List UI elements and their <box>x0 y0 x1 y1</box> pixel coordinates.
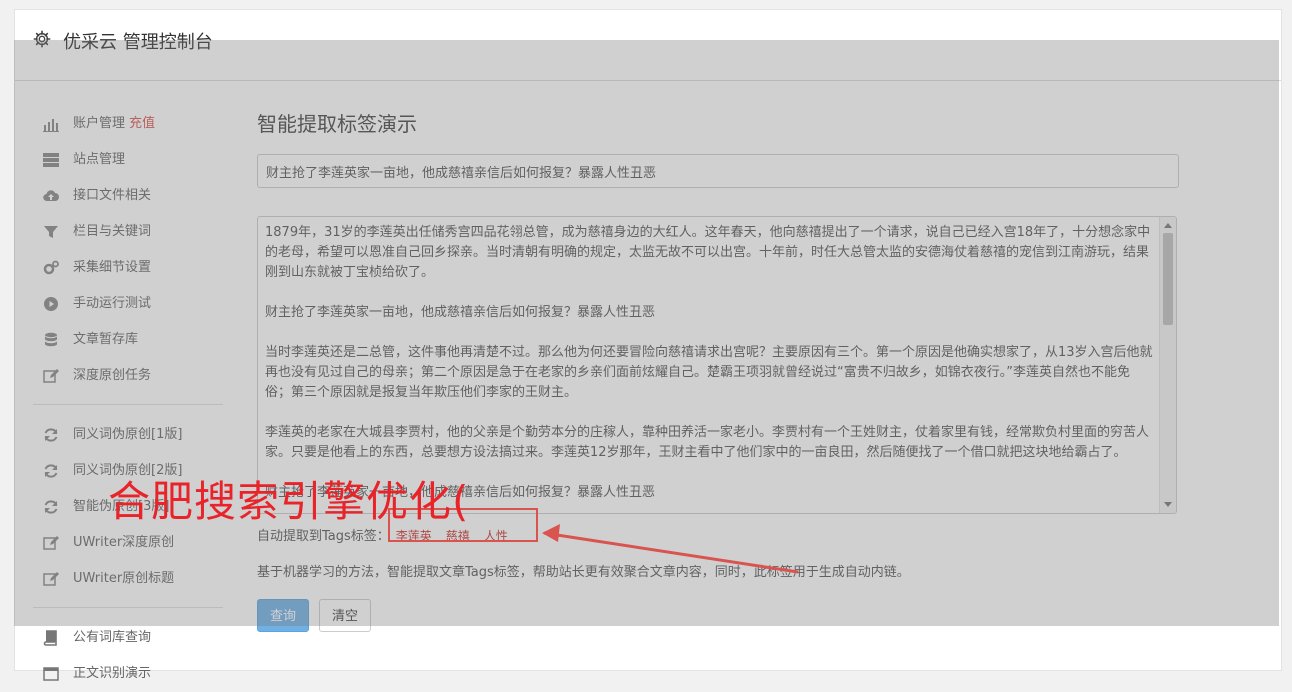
page-title: 智能提取标签演示 <box>257 112 417 136</box>
sidebar-item-label: UWriter原创标题 <box>73 571 175 586</box>
sidebar-item-account[interactable]: 账户管理 充值 <box>33 106 233 142</box>
server-icon <box>43 153 59 167</box>
sidebar-item-label: 正文识别演示 <box>73 666 152 681</box>
gear-icon <box>33 30 51 48</box>
refresh-icon <box>44 464 58 478</box>
clear-button[interactable]: 清空 <box>319 599 372 632</box>
cloud-upload-icon <box>43 190 59 202</box>
recharge-link[interactable]: 充值 <box>129 116 155 131</box>
play-circle-icon <box>44 297 58 311</box>
article-paragraph: 当时李莲英还是二总管，这件事他再清楚不过。那么他为何还要冒险向慈禧请求出宫呢？主… <box>265 345 1153 400</box>
article-paragraph: 财主抢了李莲英家一亩地，他成慈禧亲信后如何报复？暴露人性丑恶 <box>265 305 656 320</box>
sidebar-item-label: 站点管理 <box>73 152 126 167</box>
refresh-icon <box>44 428 58 442</box>
sidebar-divider <box>33 607 223 608</box>
sidebar-item-columns-keywords[interactable]: 栏目与关键词 <box>33 214 233 250</box>
main-content: 智能提取标签演示 1879年，31岁的李莲英出任储秀宫四品花翎总管，成为慈禧身边… <box>257 110 1179 632</box>
sidebar-item-sites[interactable]: 站点管理 <box>33 142 233 178</box>
sidebar-item-label: 同义词伪原创[1版] <box>73 427 183 442</box>
sidebar-item-label: 采集细节设置 <box>73 260 152 275</box>
sidebar-item-interface-files[interactable]: 接口文件相关 <box>33 178 233 214</box>
edit-icon <box>43 536 59 550</box>
sidebar-item-label: 账户管理 <box>73 116 126 131</box>
sidebar-item-label: 栏目与关键词 <box>73 224 152 239</box>
database-icon <box>45 332 57 347</box>
textarea-scrollbar[interactable] <box>1159 217 1176 513</box>
edit-icon <box>43 369 59 383</box>
sidebar-item-deep-original[interactable]: 深度原创任务 <box>33 358 233 394</box>
title-input[interactable] <box>257 154 1179 188</box>
sidebar-item-public-dictionary[interactable]: 公有词库查询 <box>33 620 233 656</box>
sidebar-divider <box>33 404 223 405</box>
article-body-textarea[interactable]: 1879年，31岁的李莲英出任储秀宫四品花翎总管，成为慈禧身边的大红人。这年春天… <box>257 216 1177 514</box>
watermark-text: 合肥搜索引擎优化( <box>108 477 470 526</box>
tags-label: 自动提取到Tags标签： <box>257 529 390 544</box>
console-title: 优采云 管理控制台 <box>63 32 213 53</box>
sidebar-item-synonym-v1[interactable]: 同义词伪原创[1版] <box>33 417 233 453</box>
action-buttons: 查询 清空 <box>257 599 381 632</box>
scroll-thumb[interactable] <box>1163 233 1173 325</box>
edit-icon <box>43 572 59 586</box>
sidebar-item-label: 文章暂存库 <box>73 332 139 347</box>
article-paragraph: 李莲英的老家在大城县李贾村，他的父亲是个勤劳本分的庄稼人，靠种田养活一家老小。李… <box>265 425 1150 460</box>
bar-chart-icon <box>43 119 59 132</box>
scroll-up-icon[interactable] <box>1164 223 1172 228</box>
sidebar: 账户管理 充值 站点管理 接口文件相关 栏目与关键词 采集细节设置 手动运行测试 … <box>33 106 233 692</box>
book-icon <box>43 630 57 646</box>
article-body-text: 1879年，31岁的李莲英出任储秀宫四品花翎总管，成为慈禧身边的大红人。这年春天… <box>265 223 1153 513</box>
gears-icon <box>43 260 59 275</box>
annotation-arrow-icon <box>542 524 799 574</box>
article-paragraph: 1879年，31岁的李莲英出任储秀宫四品花翎总管，成为慈禧身边的大红人。这年春天… <box>265 225 1151 280</box>
sidebar-item-text-recognition[interactable]: 正文识别演示 <box>33 656 233 692</box>
sidebar-item-article-store[interactable]: 文章暂存库 <box>33 322 233 358</box>
sidebar-item-uwriter-deep[interactable]: UWriter深度原创 <box>33 525 233 561</box>
sidebar-item-label: UWriter深度原创 <box>73 535 175 550</box>
window-icon <box>43 667 59 681</box>
header: 优采云 管理控制台 <box>15 10 1281 81</box>
scroll-down-icon[interactable] <box>1164 502 1172 507</box>
sidebar-item-uwriter-title[interactable]: UWriter原创标题 <box>33 561 233 597</box>
sidebar-item-label: 手动运行测试 <box>73 296 152 311</box>
refresh-icon <box>44 500 58 514</box>
sidebar-item-collect-settings[interactable]: 采集细节设置 <box>33 250 233 286</box>
sidebar-item-label: 深度原创任务 <box>73 368 152 383</box>
sidebar-item-label: 公有词库查询 <box>73 630 152 645</box>
sidebar-item-label: 接口文件相关 <box>73 188 152 203</box>
filter-icon <box>44 226 58 238</box>
sidebar-item-manual-run[interactable]: 手动运行测试 <box>33 286 233 322</box>
query-button[interactable]: 查询 <box>257 599 310 632</box>
